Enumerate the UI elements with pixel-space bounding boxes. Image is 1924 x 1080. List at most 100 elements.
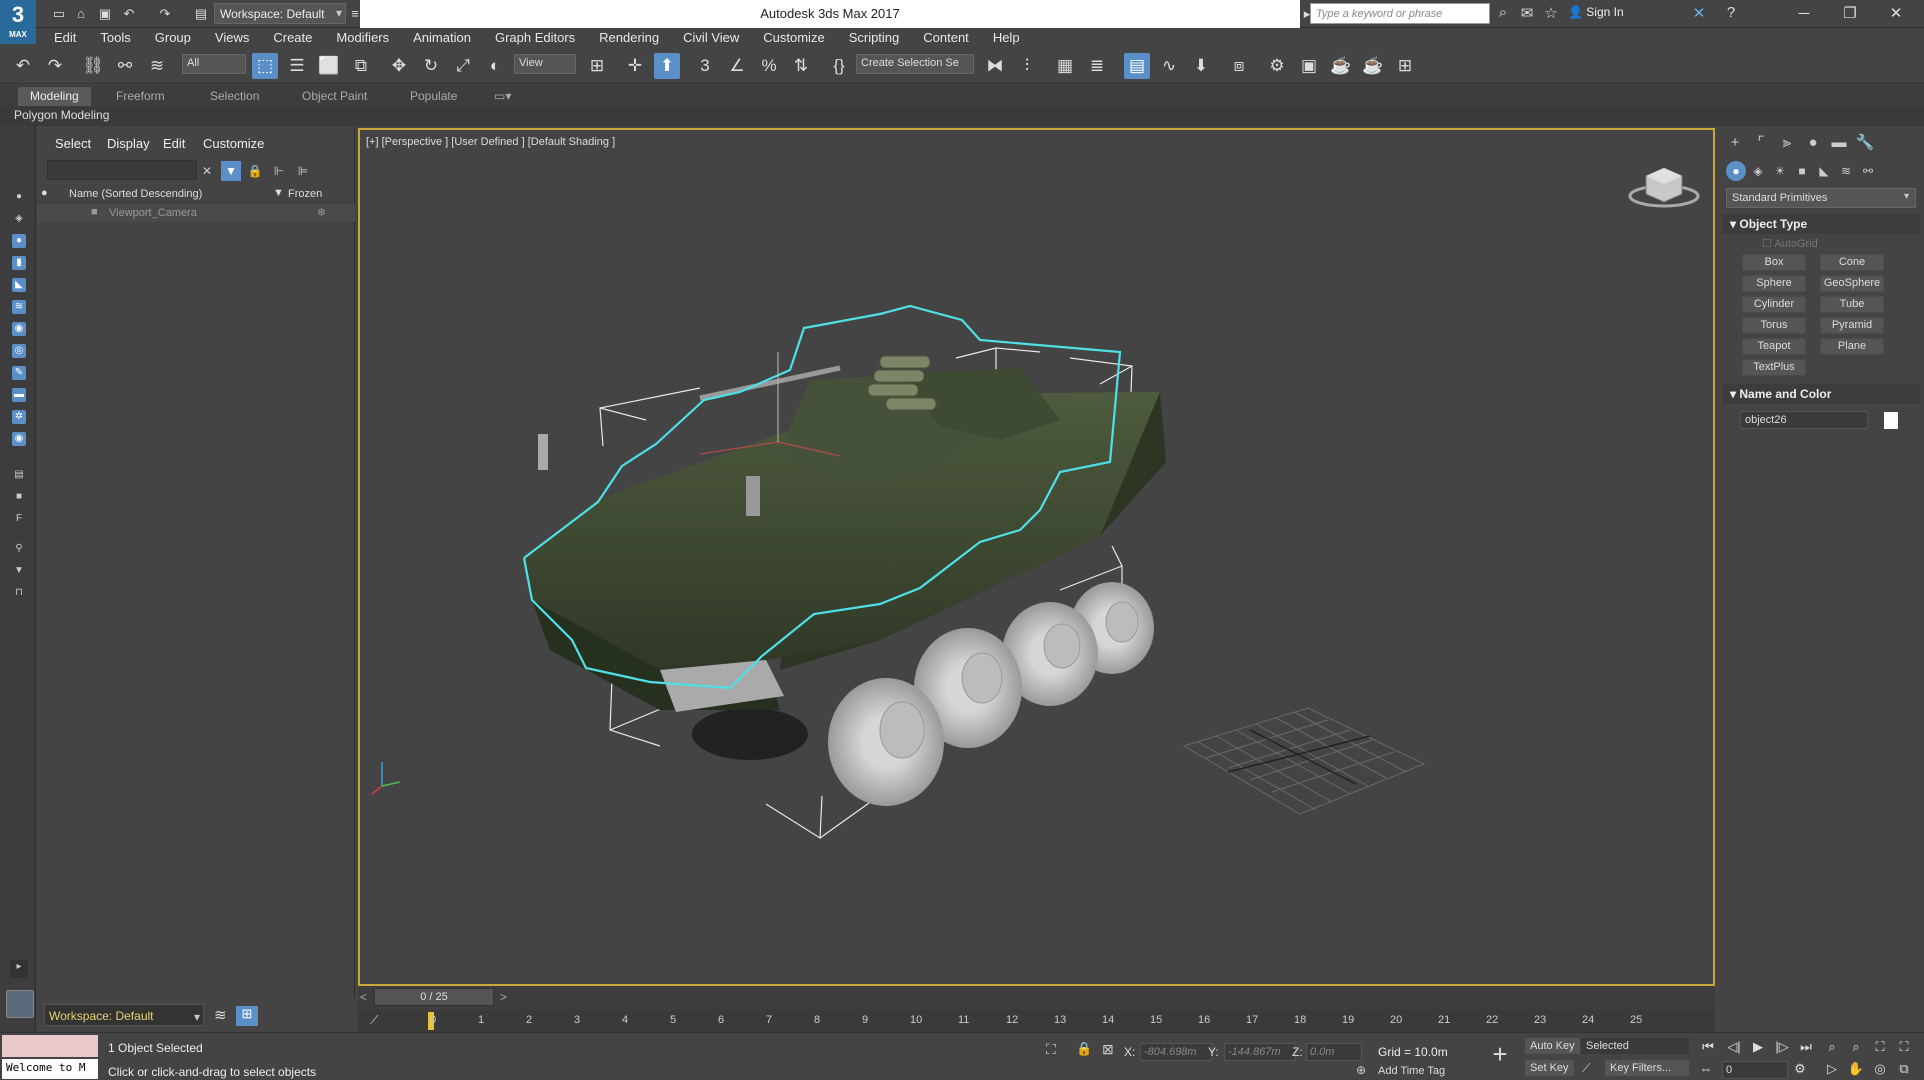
minimize-button[interactable]: ─ — [1784, 0, 1824, 28]
tube-button[interactable]: Tube — [1820, 296, 1884, 313]
schematic-view-icon[interactable]: ⬇ — [1188, 53, 1214, 79]
sign-in-button[interactable]: 👤 Sign In — [1568, 5, 1624, 19]
render-cloud-icon[interactable]: ⊞ — [1392, 53, 1418, 79]
all-filter-icon[interactable]: ■ — [12, 490, 26, 504]
scene-explorer-icon[interactable]: ▦ — [1052, 53, 1078, 79]
redo-icon[interactable]: ↷ — [156, 5, 174, 23]
rotate-icon[interactable]: ↻ — [418, 53, 444, 79]
explorer-menu-customize[interactable]: Customize — [203, 136, 264, 151]
viewport-label[interactable]: [+] [Perspective ] [User Defined ] [Defa… — [366, 136, 615, 148]
favorites-star-icon[interactable]: ☆ — [1540, 4, 1562, 22]
edit-named-selection-icon[interactable]: {} — [826, 53, 852, 79]
play-icon[interactable]: ▶ — [1748, 1039, 1768, 1055]
maximize-button[interactable]: ❐ — [1830, 0, 1870, 28]
binoculars-icon[interactable]: ⌕ — [1492, 4, 1514, 21]
material-editor-icon[interactable]: ⧈ — [1226, 53, 1252, 79]
tab-populate[interactable]: Populate — [398, 87, 469, 106]
sort-by-hierarchy-icon[interactable]: ⊞ — [236, 1006, 258, 1026]
lights-icon[interactable]: ☀ — [1770, 161, 1790, 181]
rendered-frame-window-icon[interactable]: ▣ — [1296, 53, 1322, 79]
key-filters-button[interactable]: Key Filters... — [1604, 1059, 1690, 1077]
frozen-column-header[interactable]: Frozen — [288, 188, 322, 200]
close-button[interactable]: ✕ — [1876, 0, 1916, 28]
render-iterative-icon[interactable]: ☕ — [1360, 53, 1386, 79]
go-to-start-icon[interactable]: ⏮ — [1698, 1039, 1718, 1055]
autogrid-checkbox[interactable]: ☐ AutoGrid — [1762, 237, 1818, 250]
explorer-search-input[interactable] — [47, 160, 197, 180]
select-object-icon[interactable]: ⬚ — [252, 53, 278, 79]
new-file-icon[interactable]: ▭ — [50, 5, 68, 23]
menu-edit[interactable]: Edit — [36, 28, 88, 48]
x-coordinate-field[interactable]: -804.698m — [1140, 1043, 1212, 1061]
workspace-selector[interactable]: Workspace: Default — [44, 1004, 204, 1026]
menu-views[interactable]: Views — [203, 28, 261, 48]
place-icon[interactable]: ◐ — [482, 53, 508, 79]
cone-button[interactable]: Cone — [1820, 254, 1884, 271]
group-filter-icon[interactable]: ✎ — [12, 366, 26, 380]
bind-space-warp-icon[interactable]: ≋ — [144, 53, 170, 79]
viewcube-icon[interactable] — [1628, 160, 1700, 210]
percent-snap-icon[interactable]: % — [756, 53, 782, 79]
cameras-icon[interactable]: ■ — [1792, 161, 1812, 181]
plane-button[interactable]: Plane — [1820, 338, 1884, 355]
sort-icon[interactable]: ▼ — [273, 187, 284, 199]
render-setup-icon[interactable]: ⚙ — [1264, 53, 1290, 79]
frozen-toggle-icon[interactable]: ❄ — [317, 206, 326, 219]
menu-modifiers[interactable]: Modifiers — [324, 28, 401, 48]
z-coordinate-field[interactable]: 0.0m — [1306, 1043, 1362, 1061]
vehicle-model[interactable] — [522, 304, 1166, 806]
zoom-icon[interactable]: ⌕ — [1822, 1039, 1842, 1055]
undo-icon[interactable]: ↶ — [120, 5, 138, 23]
object-color-swatch[interactable] — [1884, 412, 1898, 429]
scene-canvas[interactable] — [360, 130, 1717, 988]
time-slider[interactable]: 0 / 25 — [374, 988, 494, 1006]
tab-object-paint[interactable]: Object Paint — [290, 87, 379, 106]
next-frame-icon[interactable]: |▷ — [1772, 1039, 1792, 1055]
spinner-snap-icon[interactable]: ⇅ — [788, 53, 814, 79]
y-coordinate-field[interactable]: -144.867m — [1224, 1043, 1296, 1061]
selection-lock-icon[interactable]: 🔒 — [1076, 1041, 1092, 1057]
camera-filter-icon[interactable]: ≋ — [12, 300, 26, 314]
menu-civil-view[interactable]: Civil View — [671, 28, 751, 48]
xref-filter-icon[interactable]: ▬ — [12, 388, 26, 402]
light-filter-icon[interactable]: ◣ — [12, 278, 26, 292]
explorer-menu-edit[interactable]: Edit — [163, 136, 185, 151]
angle-snap-icon[interactable]: ∠ — [724, 53, 750, 79]
geosphere-button[interactable]: GeoSphere — [1820, 275, 1884, 292]
geometry-filter-icon[interactable]: ● — [12, 234, 26, 248]
menu-help[interactable]: Help — [981, 28, 1032, 48]
pyramid-button[interactable]: Pyramid — [1820, 317, 1884, 334]
help-icon[interactable]: ? — [1720, 4, 1742, 21]
curve-editor-icon[interactable]: ∿ — [1156, 53, 1182, 79]
geometry-icon[interactable]: ● — [1726, 161, 1746, 181]
previous-frame-icon[interactable]: ◁| — [1724, 1039, 1744, 1055]
motion-panel-icon[interactable]: ● — [1802, 132, 1824, 154]
workspace-dropdown[interactable]: Workspace: Default — [214, 3, 346, 24]
modify-panel-icon[interactable]: ⌜ — [1750, 132, 1772, 154]
link-icon[interactable]: ⛓ — [80, 53, 106, 79]
sphere-button[interactable]: Sphere — [1742, 275, 1806, 292]
selection-filter-dropdown[interactable]: All — [182, 54, 246, 74]
key-tangent-icon[interactable]: ⟋ — [1582, 1061, 1590, 1076]
display-panel-icon[interactable]: ▬ — [1828, 132, 1850, 154]
torus-button[interactable]: Torus — [1742, 317, 1806, 334]
next-frame-icon[interactable]: > — [500, 990, 507, 1004]
selection-set-icon[interactable]: ⊓ — [12, 586, 26, 600]
polygon-modeling-panel[interactable]: Polygon Modeling — [14, 108, 109, 122]
pivot-center-icon[interactable]: ⊞ — [584, 53, 610, 79]
menu-create[interactable]: Create — [261, 28, 324, 48]
key-mode-toggle-icon[interactable]: ⇔ — [1696, 1061, 1716, 1076]
perspective-viewport[interactable]: [+] [Perspective ] [User Defined ] [Defa… — [358, 128, 1715, 986]
systems-icon[interactable]: ⚯ — [1858, 161, 1878, 181]
hidden-filter-icon[interactable]: ◉ — [12, 432, 26, 446]
add-time-tag-button[interactable]: Add Time Tag — [1378, 1065, 1445, 1077]
table-row[interactable]: ■ Viewport_Camera ❄ — [37, 204, 355, 222]
explorer-menu-select[interactable]: Select — [55, 136, 91, 151]
zoom-extents-all-icon[interactable]: ⛶ — [1894, 1039, 1914, 1055]
bone-filter-icon[interactable]: ✲ — [12, 410, 26, 424]
isolate-selection-icon[interactable]: ⛶ — [1046, 1041, 1056, 1058]
ribbon-options-icon[interactable]: ▭▾ — [482, 87, 523, 106]
frozen-filter-icon[interactable]: ▤ — [12, 468, 26, 482]
invert-filter-icon[interactable]: F — [12, 512, 26, 526]
layer-view-icon[interactable]: ⊫ — [293, 161, 313, 181]
